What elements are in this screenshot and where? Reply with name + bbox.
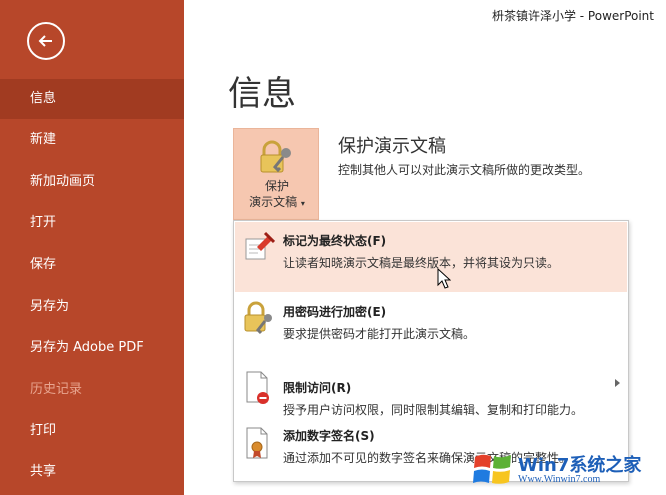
lock-key-icon — [260, 140, 291, 173]
watermark: Win7系统之家 Www.Winwin7.com — [472, 447, 662, 491]
menu-item-title: 标记为最终状态(F) — [283, 234, 387, 248]
sidebar-item-new[interactable]: 新建 — [0, 120, 184, 160]
caret-down-icon: ▾ — [300, 199, 305, 208]
mouse-cursor-icon — [437, 268, 451, 289]
menu-item-mark-as-final[interactable]: 标记为最终状态(F) 让读者知晓演示文稿是最终版本，并将其设为只读。 — [235, 222, 627, 292]
menu-item-description: 让读者知晓演示文稿是最终版本，并将其设为只读。 — [283, 256, 560, 270]
sidebar-item-history[interactable]: 历史记录 — [0, 370, 184, 410]
protect-presentation-button[interactable]: 保护 演示文稿 ▾ — [233, 128, 319, 220]
protect-button-label-text: 演示文稿 — [249, 195, 298, 209]
menu-item-encrypt-with-password[interactable]: 用密码进行加密(E) 要求提供密码才能打开此演示文稿。 — [235, 293, 627, 359]
final-mark-icon — [245, 231, 275, 260]
watermark-url: Www.Winwin7.com — [518, 474, 601, 485]
sidebar-item-open[interactable]: 打开 — [0, 203, 184, 243]
section-title: 保护演示文稿 — [338, 136, 446, 157]
sidebar-item-save[interactable]: 保存 — [0, 245, 184, 285]
restrict-access-icon — [246, 371, 269, 404]
menu-item-title: 添加数字签名(S) — [283, 429, 375, 443]
protect-button-label-line1: 保护 — [264, 179, 289, 193]
menu-item-restrict-access[interactable]: 限制访问(R) 授予用户访问权限，同时限制其编辑、复制和打印能力。 — [235, 361, 627, 417]
protect-dropdown-menu: 标记为最终状态(F) 让读者知晓演示文稿是最终版本，并将其设为只读。 用密码进行… — [233, 220, 629, 482]
menu-item-title: 限制访问(R) — [283, 381, 352, 395]
sidebar-item-share[interactable]: 共享 — [0, 452, 184, 492]
page-title: 信息 — [228, 74, 296, 114]
lock-key-icon — [244, 301, 272, 335]
arrow-left-icon — [38, 35, 52, 47]
sidebar-item-info[interactable]: 信息 — [0, 79, 184, 119]
windows-logo-icon — [473, 454, 511, 484]
sidebar-item-save-as-pdf[interactable]: 另存为 Adobe PDF — [0, 328, 184, 368]
sidebar-item-new-animation-page[interactable]: 新加动画页 — [0, 162, 184, 202]
menu-item-title: 用密码进行加密(E) — [283, 305, 387, 319]
protect-button-label-line2: 演示文稿 ▾ — [234, 193, 320, 210]
menu-item-description: 要求提供密码才能打开此演示文稿。 — [283, 327, 476, 341]
menu-item-description: 授予用户访问权限，同时限制其编辑、复制和打印能力。 — [283, 403, 584, 417]
sidebar-item-save-as[interactable]: 另存为 — [0, 287, 184, 327]
sidebar-item-print[interactable]: 打印 — [0, 411, 184, 451]
backstage-sidebar: 信息 新建 新加动画页 打开 保存 另存为 另存为 Adobe PDF 历史记录… — [0, 0, 184, 495]
window-title: 枡茶镇许泽小学 - PowerPoint — [491, 9, 654, 23]
section-description: 控制其他人可以对此演示文稿所做的更改类型。 — [338, 163, 591, 177]
digital-signature-icon — [246, 427, 268, 459]
back-button[interactable] — [27, 22, 65, 60]
submenu-arrow-icon — [615, 379, 620, 387]
